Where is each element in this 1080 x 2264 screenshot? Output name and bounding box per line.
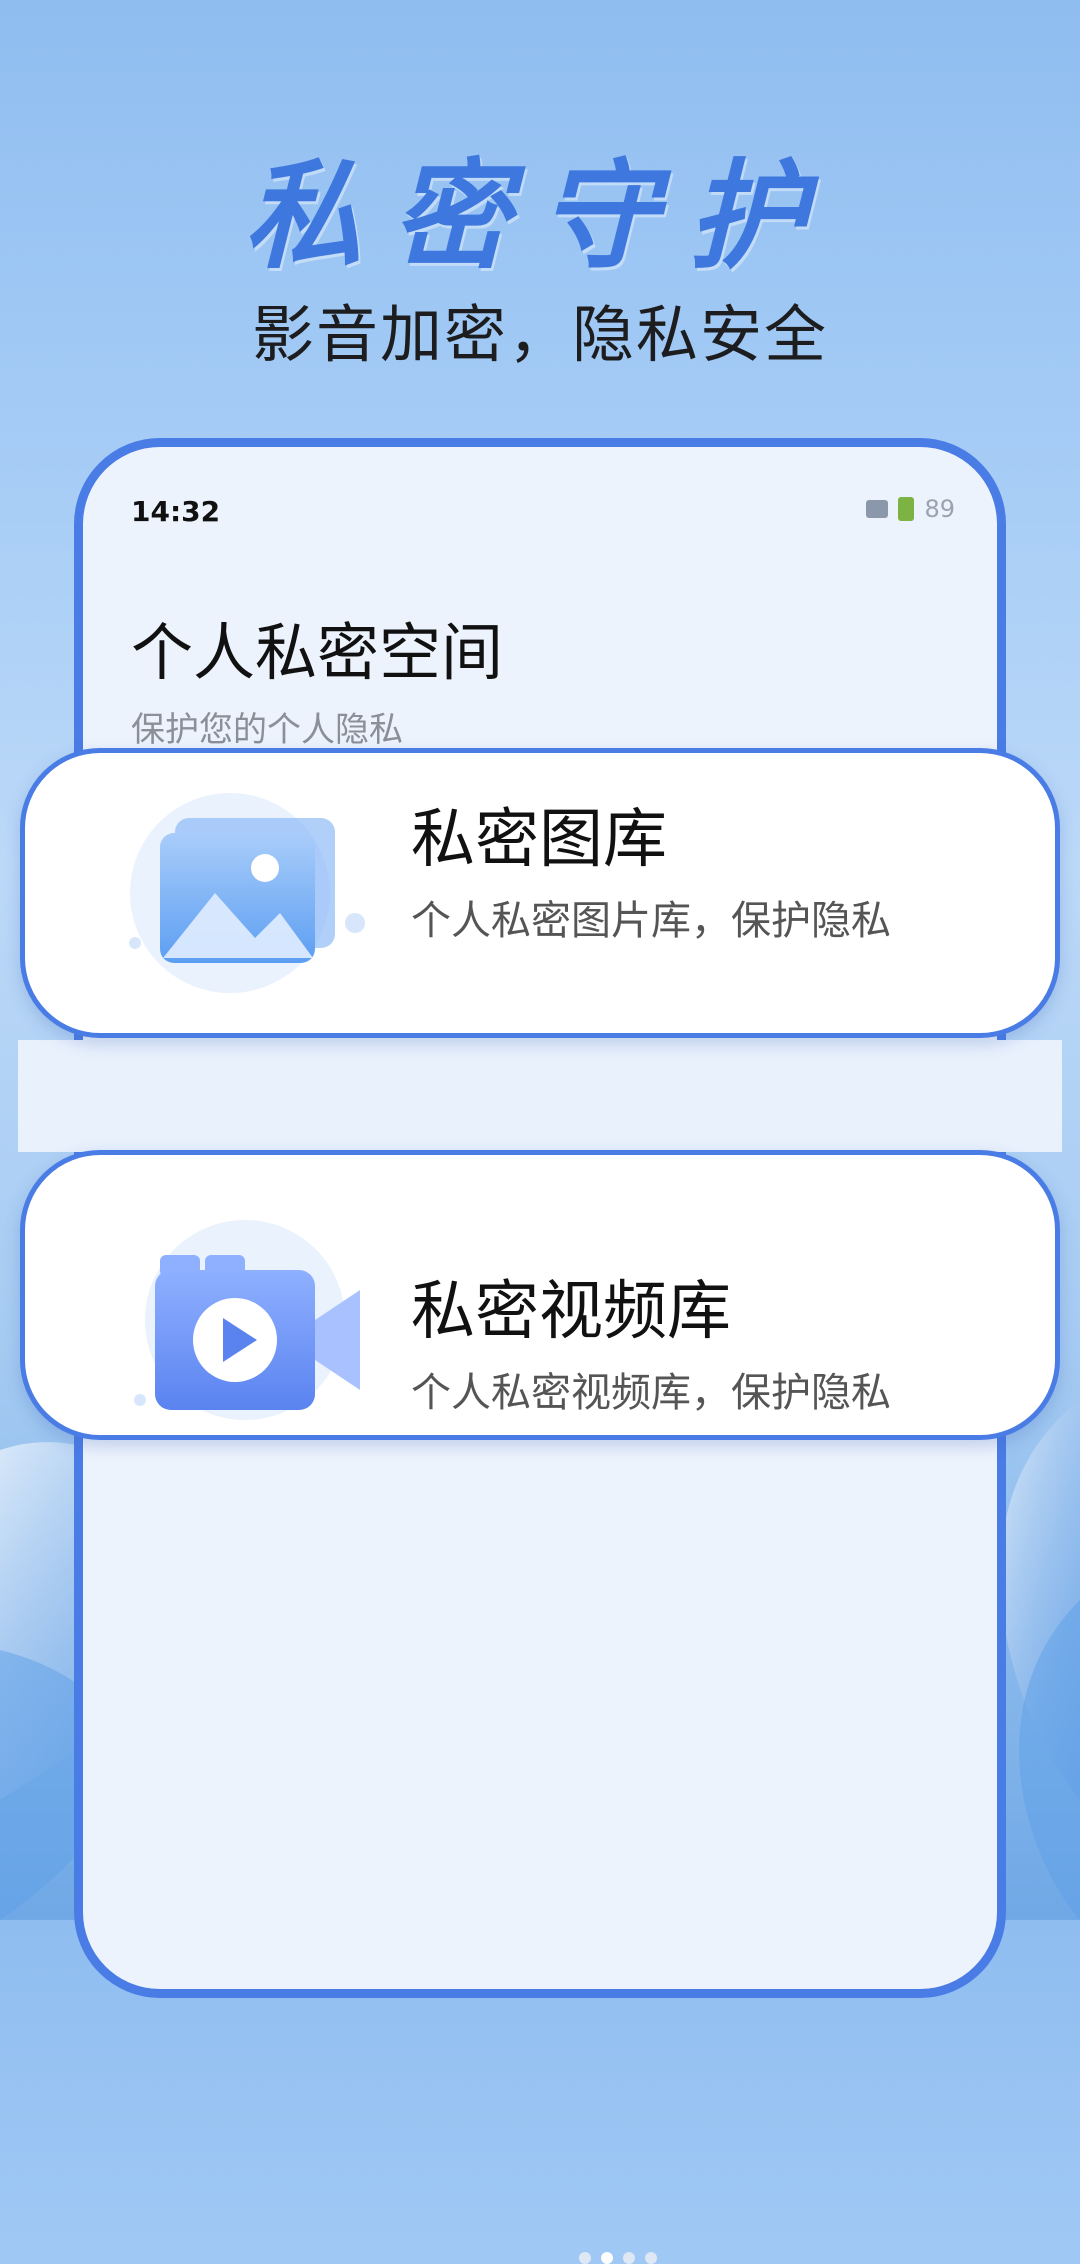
promo-subtitle: 影音加密，隐私安全: [251, 298, 828, 371]
page-subtitle: 保护您的个人隐私: [131, 710, 403, 750]
promo-title: 私密守护: [243, 146, 836, 285]
card-title: 私密图库: [411, 803, 667, 877]
page-title: 个人私密空间: [131, 616, 504, 689]
card-description: 个人私密图片库，保护隐私: [411, 898, 891, 944]
image-gallery-icon: [129, 793, 365, 993]
page-dot-active: [601, 2252, 613, 2264]
card-description: 个人私密视频库，保护隐私: [411, 1370, 891, 1416]
page-dot: [645, 2252, 657, 2264]
private-video-card[interactable]: 私密视频库 个人私密视频库，保护隐私: [20, 1150, 1060, 1440]
page-dot: [579, 2252, 591, 2264]
signal-icon: [866, 500, 889, 518]
card-gap-band: [18, 1040, 1062, 1152]
card-title: 私密视频库: [411, 1275, 731, 1349]
battery-icon: [898, 497, 915, 521]
video-camera-icon: [134, 1220, 360, 1420]
private-gallery-card[interactable]: 私密图库 个人私密图片库，保护隐私: [20, 748, 1060, 1038]
status-icons: 89: [866, 495, 955, 523]
page-indicator: [579, 2252, 657, 2264]
status-time: 14:32: [131, 495, 221, 528]
page-dot: [623, 2252, 635, 2264]
battery-level: 89: [924, 495, 955, 523]
